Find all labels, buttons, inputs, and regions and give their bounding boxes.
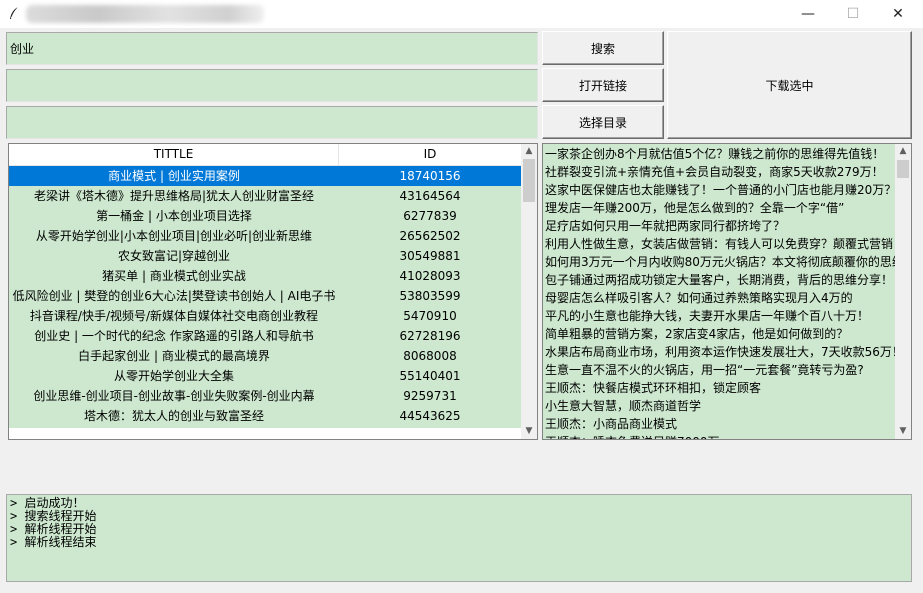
row-title-cell: 老梁讲《塔木德》提升思维格局|犹太人创业财富圣经 [33,189,315,203]
maximize-button[interactable]: ☐ [830,0,876,28]
table-scrollbar[interactable]: ▲ ▼ [521,144,537,439]
episode-line: 水果店布局商业市场，利用资本运作快速发展壮大，7天收款56万！ [545,345,895,359]
table-row[interactable]: 创业史 | 一个时代的纪念 作家路遥的引路人和导航书 62728196 [9,326,521,346]
title-bar: — ☐ ✕ [0,0,923,28]
table-header: TITTLE ID [9,144,521,166]
close-button[interactable]: ✕ [875,0,921,28]
episode-list-textbox[interactable]: 一家茶企创办8个月就估值5个亿？赚钱之前你的思维得先值钱！ 社群裂变引流+亲情充值… [542,143,912,440]
row-id-cell: 8068008 [403,349,457,363]
table-row[interactable]: 塔木德：犹太人的创业与致富圣经 44543625 [9,406,521,426]
row-id-cell: 53803599 [399,289,461,303]
row-id-cell: 26562502 [399,229,461,243]
episode-line: 这家中医保健店也太能赚钱了！一个普通的小门店也能月赚20万？ [545,183,895,197]
row-title-cell: 商业模式 | 创业实用案例 [108,169,240,183]
row-id-cell: 43164564 [399,189,461,203]
log-line: > 解析线程开始 [10,522,97,536]
directory-input[interactable] [6,106,538,139]
table-body: 商业模式 | 创业实用案例 18740156 老梁讲《塔木德》提升思维格局|犹太人创… [9,166,521,428]
row-id-cell: 5470910 [403,309,457,323]
episode-line: 王顺杰：快餐店模式环环相扣，锁定顾客 [545,381,762,395]
row-title-cell: 塔木德：犹太人的创业与致富圣经 [83,409,264,423]
download-selected-button[interactable]: 下载选中 [667,31,912,139]
row-title-cell: 第一桶金 | 小本创业项目选择 [96,209,252,223]
episode-scrollbar[interactable]: ▲ ▼ [895,144,911,439]
row-id-cell: 55140401 [399,369,461,383]
row-title-cell: 低风险创业 | 樊登的创业6大心法|樊登读书创始人 | AI电子书 [12,289,336,303]
column-header-id[interactable]: ID [339,144,521,165]
window-title [26,5,264,23]
episode-line: 利用人性做生意，女装店做营销：有钱人可以免费穿？颠覆式营销 [545,237,894,251]
table-row[interactable]: 低风险创业 | 樊登的创业6大心法|樊登读书创始人 | AI电子书 5380359… [9,286,521,306]
row-id-cell: 18740156 [399,169,461,183]
episode-line: 母婴店怎么样吸引客人？如何通过养熟策略实现月入4万的 [545,291,853,305]
minimize-button[interactable]: — [785,0,831,28]
row-title-cell: 抖音课程/快手/视频号/新媒体自媒体社交电商创业教程 [29,309,319,323]
row-id-cell: 6277839 [403,209,457,223]
row-id-cell: 44543625 [399,409,461,423]
table-row[interactable]: 白手起家创业 | 商业模式的最高境界 8068008 [9,346,521,366]
episode-line: 理发店一年赚200万，他是怎么做到的？全靠一个字“借” [545,201,845,215]
row-id-cell: 62728196 [399,329,461,343]
row-id-cell: 30549881 [399,249,461,263]
log-line: > 启动成功！ [10,496,85,510]
table-row[interactable]: 从零开始学创业大全集 55140401 [9,366,521,386]
row-title-cell: 从零开始学创业大全集 [113,369,234,383]
log-console[interactable]: > 启动成功！ > 搜索线程开始 > 解析线程开始 > 解析线程结束 [6,494,912,582]
scroll-down-arrow-icon[interactable]: ▼ [521,424,537,439]
episode-line: 简单粗暴的营销方案，2家店变4家店，他是如何做到的？ [545,327,849,341]
episode-scroll-thumb[interactable] [897,160,909,178]
row-id-cell: 41028093 [399,269,461,283]
table-row[interactable]: 第一桶金 | 小本创业项目选择 6277839 [9,206,521,226]
table-row[interactable]: 商业模式 | 创业实用案例 18740156 [9,166,521,186]
table-row[interactable]: 创业思维-创业项目-创业故事-创业失败案例-创业内幕 9259731 [9,386,521,406]
scroll-up-arrow-icon[interactable]: ▲ [521,144,537,159]
episode-line: 足疗店如何只用一年就把两家同行都挤垮了？ [545,219,786,233]
column-header-title[interactable]: TITTLE [9,144,339,165]
row-title-cell: 创业史 | 一个时代的纪念 作家路遥的引路人和导航书 [34,329,314,343]
episode-line: 王顺杰：睡衣免费送目赚7000万 [545,433,895,439]
search-button[interactable]: 搜索 [542,31,664,65]
row-title-cell: 从零开始学创业|小本创业项目|创业必听|创业新思维 [35,229,313,243]
episode-line: 如何用3万元一个月内收购80万元火锅店？本文将彻底颠覆你的思维 [545,255,895,269]
episode-line: 社群裂变引流+亲情充值+会员自动裂变，商家5天收款279万！ [545,165,884,179]
link-input[interactable] [6,69,538,102]
episode-line: 包子铺通过两招成功锁定大量客户，长期消费，背后的思维分享！ [545,273,894,287]
table-row[interactable]: 从零开始学创业|小本创业项目|创业必听|创业新思维 26562502 [9,226,521,246]
row-title-cell: 猪买单 | 商业模式创业实战 [102,269,246,283]
choose-directory-button[interactable]: 选择目录 [542,105,664,139]
table-scroll-thumb[interactable] [523,159,535,202]
table-row[interactable]: 猪买单 | 商业模式创业实战 41028093 [9,266,521,286]
log-line: > 搜索线程开始 [10,509,97,523]
episode-line: 一家茶企创办8个月就估值5个亿？赚钱之前你的思维得先值钱！ [545,147,885,161]
row-title-cell: 农女致富记|穿越创业 [117,249,231,263]
scroll-up-arrow-icon[interactable]: ▲ [895,144,911,159]
scroll-down-arrow-icon[interactable]: ▼ [895,424,911,439]
results-table: TITTLE ID 商业模式 | 创业实用案例 18740156 老梁讲《塔木德》提… [8,143,538,440]
episode-line: 平凡的小生意也能挣大钱，夫妻开水果店一年赚个百八十万！ [545,309,870,323]
table-row[interactable]: 老梁讲《塔木德》提升思维格局|犹太人创业财富圣经 43164564 [9,186,521,206]
episode-line: 生意一直不温不火的火锅店，用一招“一元套餐”竟转亏为盈? [545,363,864,377]
episode-lines: 一家茶企创办8个月就估值5个亿？赚钱之前你的思维得先值钱！ 社群裂变引流+亲情充值… [545,145,895,439]
table-footer-space [9,428,521,439]
episode-line: 王顺杰：小商品商业模式 [545,417,678,431]
episode-line: 小生意大智慧，顺杰商道哲学 [545,399,702,413]
row-title-cell: 创业思维-创业项目-创业故事-创业失败案例-创业内幕 [33,389,315,403]
feather-icon [10,6,19,19]
table-row[interactable]: 抖音课程/快手/视频号/新媒体自媒体社交电商创业教程 5470910 [9,306,521,326]
open-link-button[interactable]: 打开链接 [542,68,664,102]
log-line: > 解析线程结束 [10,535,97,549]
row-id-cell: 9259731 [403,389,457,403]
table-row[interactable]: 农女致富记|穿越创业 30549881 [9,246,521,266]
row-title-cell: 白手起家创业 | 商业模式的最高境界 [78,349,270,363]
search-input[interactable]: 创业 [6,32,538,65]
